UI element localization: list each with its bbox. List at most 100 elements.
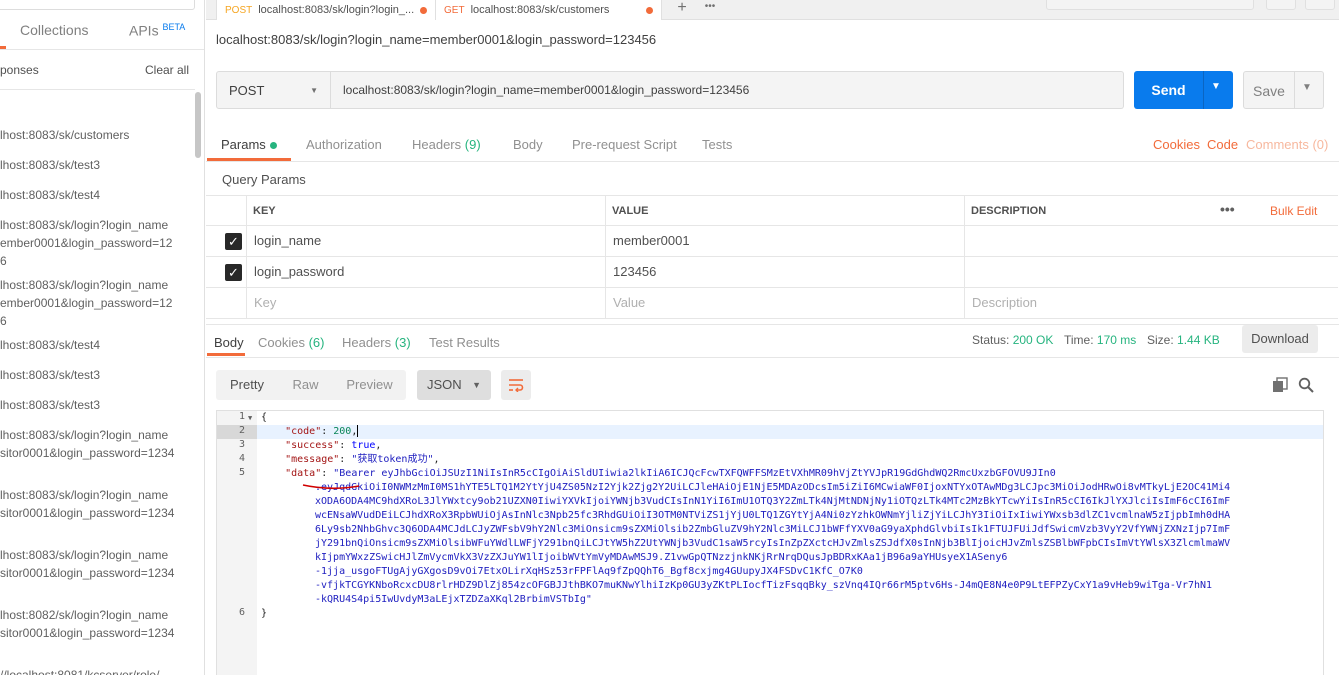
json-string-continuation: .eyJqdGkiOiI0NWMzMmI0MS1hYTE5LTQ1M2YtYjU… xyxy=(315,482,1231,493)
wrap-lines-button[interactable] xyxy=(501,370,531,400)
code-line: "code": 200, xyxy=(285,425,359,437)
history-item[interactable]: lhost:8083/sk/test3 xyxy=(0,396,190,414)
code-line: } xyxy=(261,607,267,621)
history-item-line: sitor0001&login_password=1234 xyxy=(0,626,175,640)
send-options-chevron-icon[interactable]: ▼ xyxy=(1211,81,1221,92)
clear-all-button[interactable]: Clear all xyxy=(145,63,189,77)
method-select[interactable]: POST ▼ xyxy=(216,71,331,109)
json-key: "code" xyxy=(285,426,322,437)
history-item-line: lhost:8083/sk/login?login_name xyxy=(0,278,169,292)
format-preview-button[interactable]: Preview xyxy=(333,370,406,400)
tab-authorization[interactable]: Authorization xyxy=(306,137,382,152)
cookies-link[interactable]: Cookies xyxy=(1153,137,1200,152)
send-button[interactable]: Send ▼ xyxy=(1134,71,1233,109)
tab-options-button[interactable]: ••• xyxy=(696,0,724,20)
divider xyxy=(0,49,204,50)
sidebar-search-input[interactable] xyxy=(0,0,195,10)
tab-response-body[interactable]: Body xyxy=(214,335,244,350)
table-border xyxy=(206,225,1338,226)
history-item[interactable]: //localhost:8081/kcserver/role/ xyxy=(0,666,190,675)
table-border xyxy=(246,195,247,319)
divider xyxy=(0,89,195,90)
divider xyxy=(206,161,1339,162)
tab-headers-label: Headers xyxy=(342,335,392,350)
json-string-continuation: -vfjkTCGYKNboRcxcDU8rlrHDZ9DlZj854zcOFGB… xyxy=(315,580,1213,591)
tab-collections[interactable]: Collections xyxy=(20,22,88,38)
history-item[interactable]: lhost:8082/sk/login?login_name sitor0001&… xyxy=(0,606,190,642)
language-select[interactable]: JSON ▼ xyxy=(417,370,491,400)
request-tab-get[interactable]: GET localhost:8083/sk/customers xyxy=(436,0,662,20)
manage-environments-button[interactable] xyxy=(1305,0,1335,10)
fold-arrow-icon[interactable]: ▼ xyxy=(248,414,252,422)
search-icon[interactable] xyxy=(1298,377,1314,393)
history-item[interactable]: lhost:8083/sk/login?login_name sitor0001&… xyxy=(0,486,190,522)
comments-link[interactable]: Comments (0) xyxy=(1246,137,1328,152)
tab-pre-request-script[interactable]: Pre-request Script xyxy=(572,137,677,152)
history-item[interactable]: lhost:8083/sk/login?login_name ember0001&… xyxy=(0,276,190,330)
line-number: 2 xyxy=(238,425,245,436)
table-border xyxy=(964,195,965,319)
param-value-cell[interactable]: member0001 xyxy=(613,233,690,248)
param-enabled-checkbox[interactable]: ✓ xyxy=(225,233,242,250)
environment-quick-look-button[interactable] xyxy=(1266,0,1296,10)
new-tab-button[interactable]: + xyxy=(668,0,696,20)
history-item[interactable]: lhost:8083/sk/test3 xyxy=(0,366,190,384)
save-options-chevron-icon[interactable]: ▼ xyxy=(1302,82,1312,93)
tab-headers[interactable]: Headers (9) xyxy=(412,137,481,152)
size-label: Size: xyxy=(1147,333,1174,347)
time-readout: Time: 170 ms xyxy=(1064,333,1136,347)
language-label: JSON xyxy=(427,377,462,392)
history-item[interactable]: lhost:8083/sk/test4 xyxy=(0,336,190,354)
new-param-key-input[interactable]: Key xyxy=(254,295,276,310)
history-item[interactable]: lhost:8083/sk/login?login_name ember0001&… xyxy=(0,216,190,270)
tab-body[interactable]: Body xyxy=(513,137,543,152)
request-tab-title: localhost:8083/sk/customers xyxy=(470,4,610,16)
request-tab-post[interactable]: POST localhost:8083/sk/login?login_... xyxy=(216,0,436,20)
copy-icon[interactable] xyxy=(1272,377,1288,393)
history-item[interactable]: lhost:8083/sk/test4 xyxy=(0,186,190,204)
line-number: 1 xyxy=(238,411,245,422)
sidebar: Collections APIs BETA ponses Clear all l… xyxy=(0,0,205,675)
tab-tests[interactable]: Tests xyxy=(702,137,732,152)
json-string-continuation: xODA6ODA4MC9hdXRoL3JlYWxtcy9ob21UZXN0Iiw… xyxy=(315,496,1231,507)
bulk-edit-link[interactable]: Bulk Edit xyxy=(1270,204,1317,218)
history-item-line: lhost:8083/sk/test3 xyxy=(0,368,101,382)
table-options-button[interactable]: ••• xyxy=(1220,201,1235,217)
time-label: Time: xyxy=(1064,333,1094,347)
headers-count: (3) xyxy=(394,335,411,350)
tab-apis[interactable]: APIs BETA xyxy=(129,22,185,39)
unsaved-dot-icon xyxy=(646,6,653,14)
param-key-cell[interactable]: login_password xyxy=(254,264,344,279)
table-border xyxy=(206,256,1338,257)
new-param-description-input[interactable]: Description xyxy=(972,295,1037,310)
json-key: "success" xyxy=(285,440,340,451)
tab-test-results[interactable]: Test Results xyxy=(429,335,500,350)
history-item[interactable]: lhost:8083/sk/customers xyxy=(0,126,190,144)
param-value-cell[interactable]: 123456 xyxy=(613,264,656,279)
response-body-editor[interactable]: 1 ▼ 2 3 4 5 6 { "code": 200, "success": … xyxy=(216,410,1324,675)
json-string-continuation: 6Ly9sb2NhbGhvc3Q6ODA4MCJdLCJyZWFsbV9hY2N… xyxy=(315,524,1231,535)
tab-response-cookies[interactable]: Cookies (6) xyxy=(258,335,324,350)
checkmark-icon: ✓ xyxy=(228,265,239,280)
json-string-continuation: -1jja_usgoFTUgAjyGXgosD9vOi7EtxOLirXqHSz… xyxy=(315,566,863,577)
history-item[interactable]: lhost:8083/sk/login?login_name sitor0001&… xyxy=(0,546,190,582)
format-pretty-button[interactable]: Pretty xyxy=(216,370,278,400)
code-link[interactable]: Code xyxy=(1207,137,1238,152)
history-item-line: lhost:8082/sk/login?login_name xyxy=(0,608,169,622)
sidebar-scrollbar[interactable] xyxy=(195,92,201,158)
save-button[interactable]: Save ▼ xyxy=(1243,71,1324,109)
format-raw-button[interactable]: Raw xyxy=(278,370,333,400)
url-input[interactable]: localhost:8083/sk/login?login_name=membe… xyxy=(331,71,1124,109)
param-enabled-checkbox[interactable]: ✓ xyxy=(225,264,242,281)
tab-response-headers[interactable]: Headers (3) xyxy=(342,335,411,350)
new-param-value-input[interactable]: Value xyxy=(613,295,645,310)
history-item[interactable]: lhost:8083/sk/login?login_name sitor0001&… xyxy=(0,426,190,462)
param-key-cell[interactable]: login_name xyxy=(254,233,321,248)
history-item[interactable]: lhost:8083/sk/test3 xyxy=(0,156,190,174)
environment-select[interactable] xyxy=(1046,0,1254,10)
time-value: 170 ms xyxy=(1096,333,1137,347)
download-button[interactable]: Download xyxy=(1242,325,1318,353)
tab-params[interactable]: Params xyxy=(221,137,277,152)
column-header-key: KEY xyxy=(253,205,276,217)
divider xyxy=(1294,72,1295,108)
